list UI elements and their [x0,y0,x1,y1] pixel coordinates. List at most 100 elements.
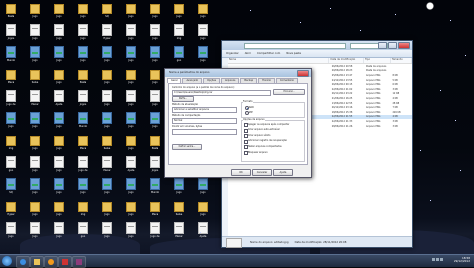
desktop-icon[interactable]: Jogo [50,46,68,66]
explorer-titlebar[interactable] [222,41,412,50]
desktop-icon[interactable]: Jogo [26,222,44,242]
help-button[interactable]: Ajuda [273,169,293,176]
desktop-icon[interactable]: img [170,24,188,44]
set-password-button[interactable]: Definir senha... [172,144,202,150]
desktop-icon[interactable]: Jogo [122,178,140,198]
desktop-icon[interactable]: goo [74,222,92,242]
desktop-icon[interactable]: Hyper [2,200,20,220]
desktop-icon[interactable]: Jogo [122,112,140,132]
desktop-icon[interactable]: Jogo de [146,222,164,242]
desktop-icon[interactable]: Jogo de [2,90,20,110]
desktop-icon[interactable]: Ajuda [50,90,68,110]
desktop-icon[interactable]: Jogo [26,134,44,154]
desktop-icon[interactable]: Jogo [170,2,188,22]
desktop-icon[interactable]: Jogos [2,24,20,44]
desktop-icon[interactable]: SQ [2,178,20,198]
profiles-button[interactable]: Perfis... [172,96,194,102]
toolbar-share[interactable]: Compartilhar com [257,52,280,55]
taskbar-ie[interactable] [16,256,30,268]
desktop-icon[interactable]: Placa [74,134,92,154]
desktop-icon[interactable]: Jogo [74,46,92,66]
desktop-icon[interactable]: Jogo [170,178,188,198]
column-date[interactable]: Data de modificação [329,58,364,63]
desktop-icon[interactable]: Jogo [194,46,212,66]
desktop-icon[interactable]: Jogo de [74,156,92,176]
browse-button[interactable]: Procurar... [273,89,305,95]
column-type[interactable]: Tipo [364,58,391,63]
desktop-icon[interactable]: Jogo [98,90,116,110]
desktop-icon[interactable]: Jogo [26,112,44,132]
desktop-icon[interactable]: img [74,200,92,220]
desktop-icon[interactable]: Ajuda [122,156,140,176]
taskbar-winrar[interactable] [72,256,86,268]
maximize-button[interactable] [388,42,397,49]
desktop-icon[interactable]: SQ [98,2,116,22]
desktop-icon[interactable]: Mundo [146,178,164,198]
desktop-icon[interactable]: Mundo [2,46,20,66]
desktop-icon[interactable]: Mundo [74,112,92,132]
column-name[interactable]: Nome [228,58,330,63]
desktop-icon[interactable]: Jogo [122,2,140,22]
toolbar-new-folder[interactable]: Nova pasta [286,52,301,55]
desktop-icon[interactable]: Jogo [98,46,116,66]
desktop-icon[interactable]: Jogo [50,222,68,242]
desktop-icon[interactable]: Salve [170,200,188,220]
desktop-icon[interactable]: Jogo [2,222,20,242]
desktop-icon[interactable]: Placar [98,156,116,176]
desktop-icon[interactable]: Jogo [26,2,44,22]
desktop-icon[interactable]: Jogo [194,24,212,44]
system-tray[interactable] [432,258,448,263]
desktop-icon[interactable]: Jogos [74,90,92,110]
desktop-icon[interactable]: Jogo [122,222,140,242]
desktop-icon[interactable]: Jogo [146,2,164,22]
update-method-select[interactable]: Adicionar e substituir arquivos [172,107,237,113]
desktop-icon[interactable]: Placar [26,90,44,110]
desktop-icon[interactable]: Pasta [74,68,92,88]
desktop-icon[interactable]: Jogo [146,24,164,44]
desktop-icon[interactable]: Jogo [2,112,20,132]
desktop-icon[interactable]: Jogo [194,200,212,220]
ok-button[interactable]: OK [231,169,251,176]
desktop-icon[interactable]: Jogo [146,68,164,88]
desktop-icon[interactable]: Jogo [122,24,140,44]
taskbar-app[interactable] [58,256,72,268]
desktop-icon[interactable]: Jogo [194,2,212,22]
minimize-button[interactable] [378,42,387,49]
desktop-icon[interactable]: Jogo [50,2,68,22]
desktop-icon[interactable]: Jogo [26,200,44,220]
desktop-icon[interactable]: Placa [146,200,164,220]
desktop-icon[interactable]: Placa [2,68,20,88]
desktop-icon[interactable]: Jogo [50,178,68,198]
desktop-icon[interactable]: Jogo [122,200,140,220]
desktop-icon[interactable]: Jogo [26,156,44,176]
desktop-icon[interactable]: Jogo [146,90,164,110]
desktop-icon[interactable]: img [2,134,20,154]
desktop-icon[interactable]: Jogo [26,178,44,198]
column-size[interactable]: Tamanho [391,58,412,63]
address-bar[interactable] [244,43,346,49]
desktop-icon[interactable]: Jogo [50,134,68,154]
desktop-icon[interactable]: goo [2,156,20,176]
taskbar-media[interactable] [44,256,58,268]
desktop-icon[interactable]: Jogos [146,156,164,176]
desktop-icon[interactable]: Ajuda [194,222,212,242]
desktop-icon[interactable]: Jogo [74,2,92,22]
desktop-icon[interactable]: Jogo [122,90,140,110]
desktop-icon[interactable]: Jogo [146,112,164,132]
close-button[interactable] [398,42,410,49]
dialog-close-button[interactable] [297,70,309,77]
compression-method-select[interactable]: Normal [172,118,237,124]
toolbar-organize[interactable]: Organizar [226,52,239,55]
desktop-icon[interactable]: Jogo [98,68,116,88]
desktop-icon[interactable]: Pasta [146,134,164,154]
volume-size-field[interactable] [172,129,237,135]
toolbar-open[interactable]: Abrir [245,52,251,55]
desktop-icon[interactable]: Jogo [50,156,68,176]
desktop-icon[interactable]: Jogo [26,46,44,66]
desktop-icon[interactable]: Jogo [122,68,140,88]
desktop-icon[interactable]: Jogo [50,112,68,132]
archive-dialog[interactable]: Nome e parâmetros do arquivo Geral Avanç… [164,68,312,178]
desktop-icon[interactable]: Placar [170,222,188,242]
desktop-icon[interactable]: Jogo [98,178,116,198]
desktop-icon[interactable]: Salve [98,134,116,154]
